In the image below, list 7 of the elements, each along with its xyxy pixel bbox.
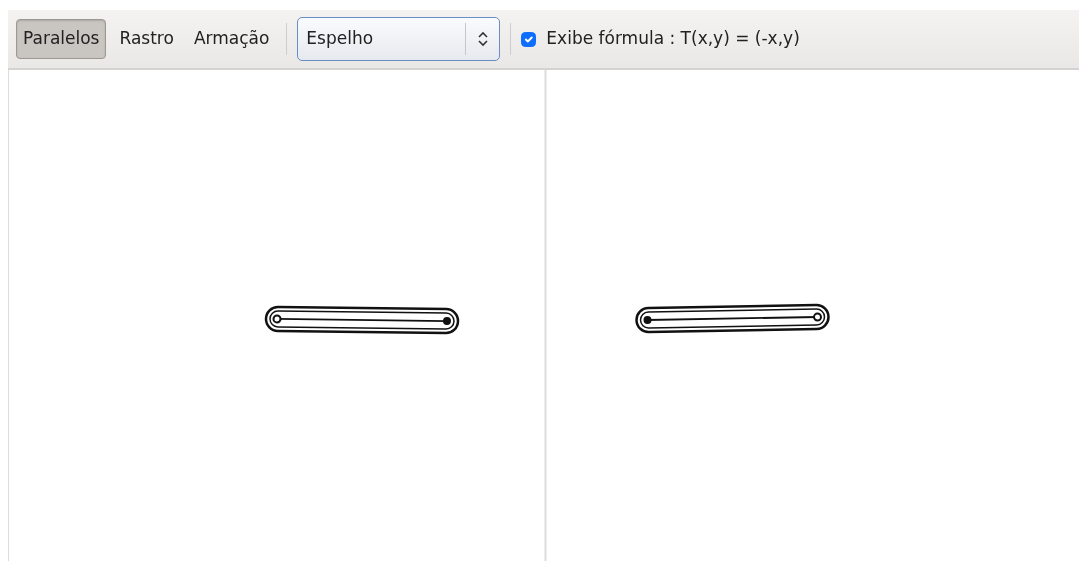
mode-toggle-button[interactable]: Armação	[186, 19, 277, 59]
formula-checkbox[interactable]	[521, 31, 537, 47]
transform-select[interactable]: Espelho	[297, 17, 501, 61]
mode-toggle-button[interactable]: Rastro	[112, 19, 181, 59]
mode-toggle-button[interactable]: Paralelos	[16, 19, 107, 59]
formula-label: Exibe fórmula : T(x,y) = (-x,y)	[546, 27, 800, 51]
up-down-arrows-icon	[477, 31, 488, 47]
